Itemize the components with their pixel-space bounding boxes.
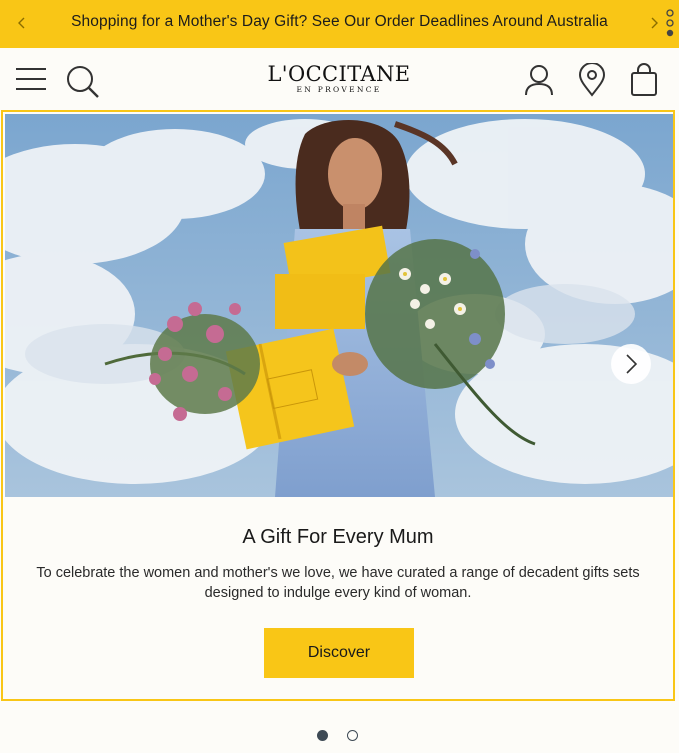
promo-link[interactable]: Shopping for a Mother's Day Gift? See Ou… <box>0 13 679 31</box>
chevron-right-icon <box>651 17 658 29</box>
hero-illustration <box>5 114 673 497</box>
menu-icon <box>16 68 46 90</box>
logo-wordmark: L'OCCITANE <box>267 62 411 86</box>
search-button[interactable] <box>64 63 100 99</box>
hero-title: A Gift For Every Mum <box>242 526 434 548</box>
store-locator-button[interactable] <box>577 62 607 97</box>
carousel-dot-1[interactable] <box>317 730 328 741</box>
chevron-right-icon <box>626 354 638 374</box>
dots-vertical-icon <box>666 9 674 37</box>
account-button[interactable] <box>523 64 555 96</box>
hero-image[interactable] <box>5 114 673 497</box>
search-icon <box>67 66 99 98</box>
promo-banner: Shopping for a Mother's Day Gift? See Ou… <box>0 0 679 48</box>
carousel-dot-2[interactable] <box>347 730 358 741</box>
account-icon <box>525 65 553 96</box>
bag-button[interactable] <box>629 63 659 97</box>
bag-icon <box>631 63 657 96</box>
logo-tagline: EN PROVENCE <box>296 85 382 94</box>
promo-pagination[interactable] <box>664 8 676 40</box>
brand-logo[interactable]: L'OCCITANE EN PROVENCE <box>260 63 418 95</box>
site-header: L'OCCITANE EN PROVENCE <box>0 48 679 110</box>
hero-next-button[interactable] <box>611 344 651 384</box>
hero-description: To celebrate the women and mother's we l… <box>36 565 640 601</box>
menu-button[interactable] <box>14 66 48 92</box>
hero-card: A Gift For Every Mum To celebrate the wo… <box>1 110 675 701</box>
store-locator-icon <box>578 62 606 97</box>
discover-button[interactable]: Discover <box>264 628 414 678</box>
promo-next-button[interactable] <box>646 12 664 34</box>
